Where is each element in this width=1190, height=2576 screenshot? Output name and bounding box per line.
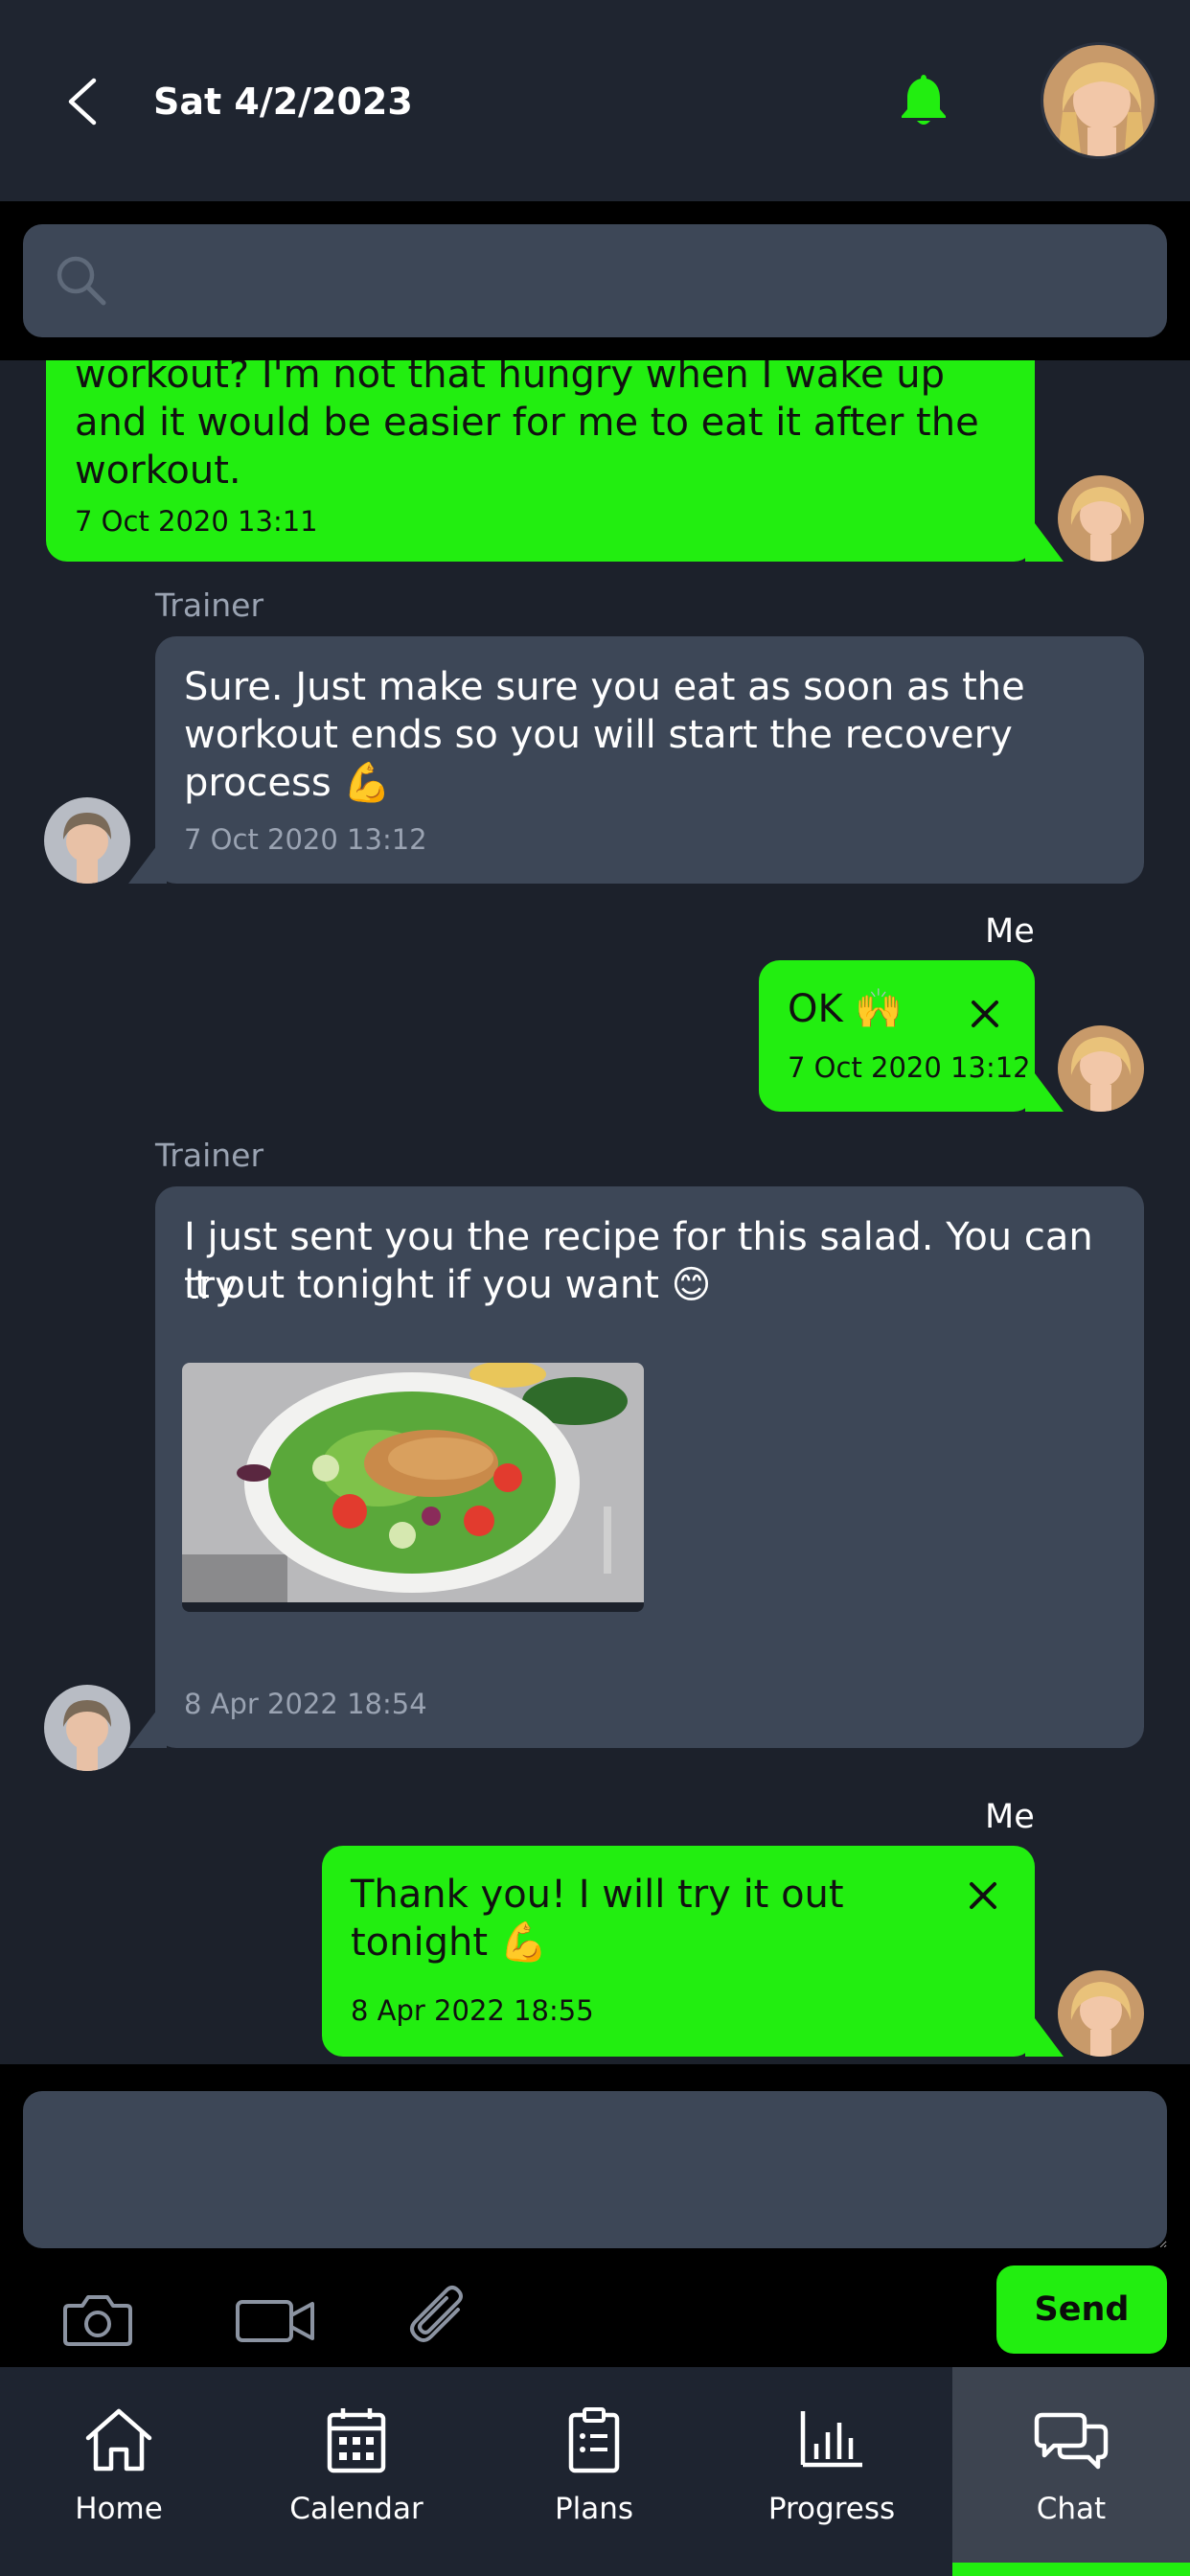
message-bubble-me[interactable]: Thank you! I will try it out tonight 💪 8… bbox=[322, 1846, 1035, 2057]
avatar-me bbox=[1058, 1025, 1144, 1112]
calendar-icon bbox=[327, 2408, 386, 2473]
bell-icon[interactable] bbox=[897, 71, 950, 128]
message-bubble-trainer[interactable]: Sure. Just make sure you eat as soon as … bbox=[155, 636, 1144, 884]
bubble-tail bbox=[1025, 1073, 1064, 1112]
sender-label: Me bbox=[985, 912, 1035, 951]
bubble-tail bbox=[1025, 2018, 1064, 2057]
camera-icon[interactable] bbox=[59, 2281, 136, 2358]
close-icon[interactable] bbox=[966, 1878, 1000, 1913]
message-timestamp: 8 Apr 2022 18:54 bbox=[184, 1688, 427, 1720]
bubble-tail bbox=[128, 1710, 167, 1748]
message-text: workout ends so you will start the recov… bbox=[184, 713, 1013, 757]
sender-label: Trainer bbox=[155, 586, 264, 624]
message-text: Sure. Just make sure you eat as soon as … bbox=[184, 665, 1025, 709]
message-text: and it would be easier for me to eat it … bbox=[75, 401, 979, 445]
user-avatar[interactable] bbox=[1041, 42, 1157, 159]
nav-item-home[interactable]: Home bbox=[0, 2367, 238, 2576]
message-bubble-trainer[interactable]: I just sent you the recipe for this sala… bbox=[155, 1186, 1144, 1748]
nav-item-chat[interactable]: Chat bbox=[952, 2367, 1190, 2576]
message-text: it out tonight if you want 😊 bbox=[184, 1263, 712, 1307]
bottom-nav: Home Calendar Plans Progress Chat bbox=[0, 2367, 1190, 2576]
nav-item-progress[interactable]: Progress bbox=[713, 2367, 950, 2576]
message-text: workout. bbox=[75, 448, 241, 493]
message-text: tonight 💪 bbox=[351, 1920, 548, 1965]
message-text: OK 🙌 bbox=[788, 987, 904, 1031]
search-box[interactable] bbox=[23, 224, 1167, 337]
message-composer: Send bbox=[0, 2064, 1190, 2367]
search-bar-container bbox=[0, 201, 1190, 360]
chat-message-list[interactable]: workout? I'm not that hungry when I wake… bbox=[0, 360, 1190, 2064]
message-text: process 💪 bbox=[184, 761, 392, 805]
top-header: Sat 4/2/2023 bbox=[0, 0, 1190, 201]
sender-label: Me bbox=[985, 1798, 1035, 1836]
nav-label: Progress bbox=[767, 2492, 896, 2526]
chat-icon bbox=[1034, 2412, 1109, 2470]
avatar-trainer bbox=[44, 1685, 130, 1771]
bubble-tail bbox=[128, 845, 167, 884]
nav-label: Chat bbox=[1036, 2492, 1107, 2526]
nav-label: Calendar bbox=[289, 2492, 423, 2526]
nav-label: Home bbox=[75, 2492, 163, 2526]
recipe-image[interactable] bbox=[182, 1363, 644, 1612]
bubble-tail bbox=[1025, 523, 1064, 562]
home-icon bbox=[85, 2408, 152, 2472]
bar-chart-icon bbox=[800, 2411, 862, 2468]
nav-item-plans[interactable]: Plans bbox=[475, 2367, 713, 2576]
avatar-me bbox=[1058, 1970, 1144, 2057]
page-title: Sat 4/2/2023 bbox=[153, 80, 413, 123]
sender-label: Trainer bbox=[155, 1137, 264, 1174]
message-timestamp: 7 Oct 2020 13:12 bbox=[184, 823, 427, 856]
nav-item-calendar[interactable]: Calendar bbox=[238, 2367, 475, 2576]
message-timestamp: 7 Oct 2020 13:11 bbox=[75, 505, 318, 538]
search-icon bbox=[57, 256, 106, 306]
avatar-trainer bbox=[44, 797, 130, 884]
message-text: workout? I'm not that hungry when I wake… bbox=[75, 360, 946, 397]
video-icon[interactable] bbox=[232, 2281, 318, 2358]
attachment-icon[interactable] bbox=[402, 2281, 479, 2358]
message-bubble-me[interactable]: workout? I'm not that hungry when I wake… bbox=[46, 360, 1035, 562]
message-text: Thank you! I will try it out bbox=[351, 1873, 844, 1917]
message-timestamp: 8 Apr 2022 18:55 bbox=[351, 1994, 594, 2027]
send-button[interactable]: Send bbox=[996, 2266, 1167, 2354]
avatar-me bbox=[1058, 475, 1144, 562]
search-input[interactable] bbox=[128, 224, 1148, 337]
message-timestamp: 7 Oct 2020 13:12 bbox=[788, 1051, 1031, 1084]
close-icon[interactable] bbox=[968, 997, 1002, 1031]
back-arrow-icon[interactable] bbox=[63, 75, 102, 128]
nav-label: Plans bbox=[554, 2492, 634, 2526]
message-bubble-me[interactable]: OK 🙌 7 Oct 2020 13:12 bbox=[759, 960, 1035, 1112]
message-input[interactable] bbox=[23, 2091, 1167, 2248]
active-tab-indicator bbox=[952, 2563, 1190, 2576]
clipboard-icon bbox=[568, 2407, 620, 2473]
